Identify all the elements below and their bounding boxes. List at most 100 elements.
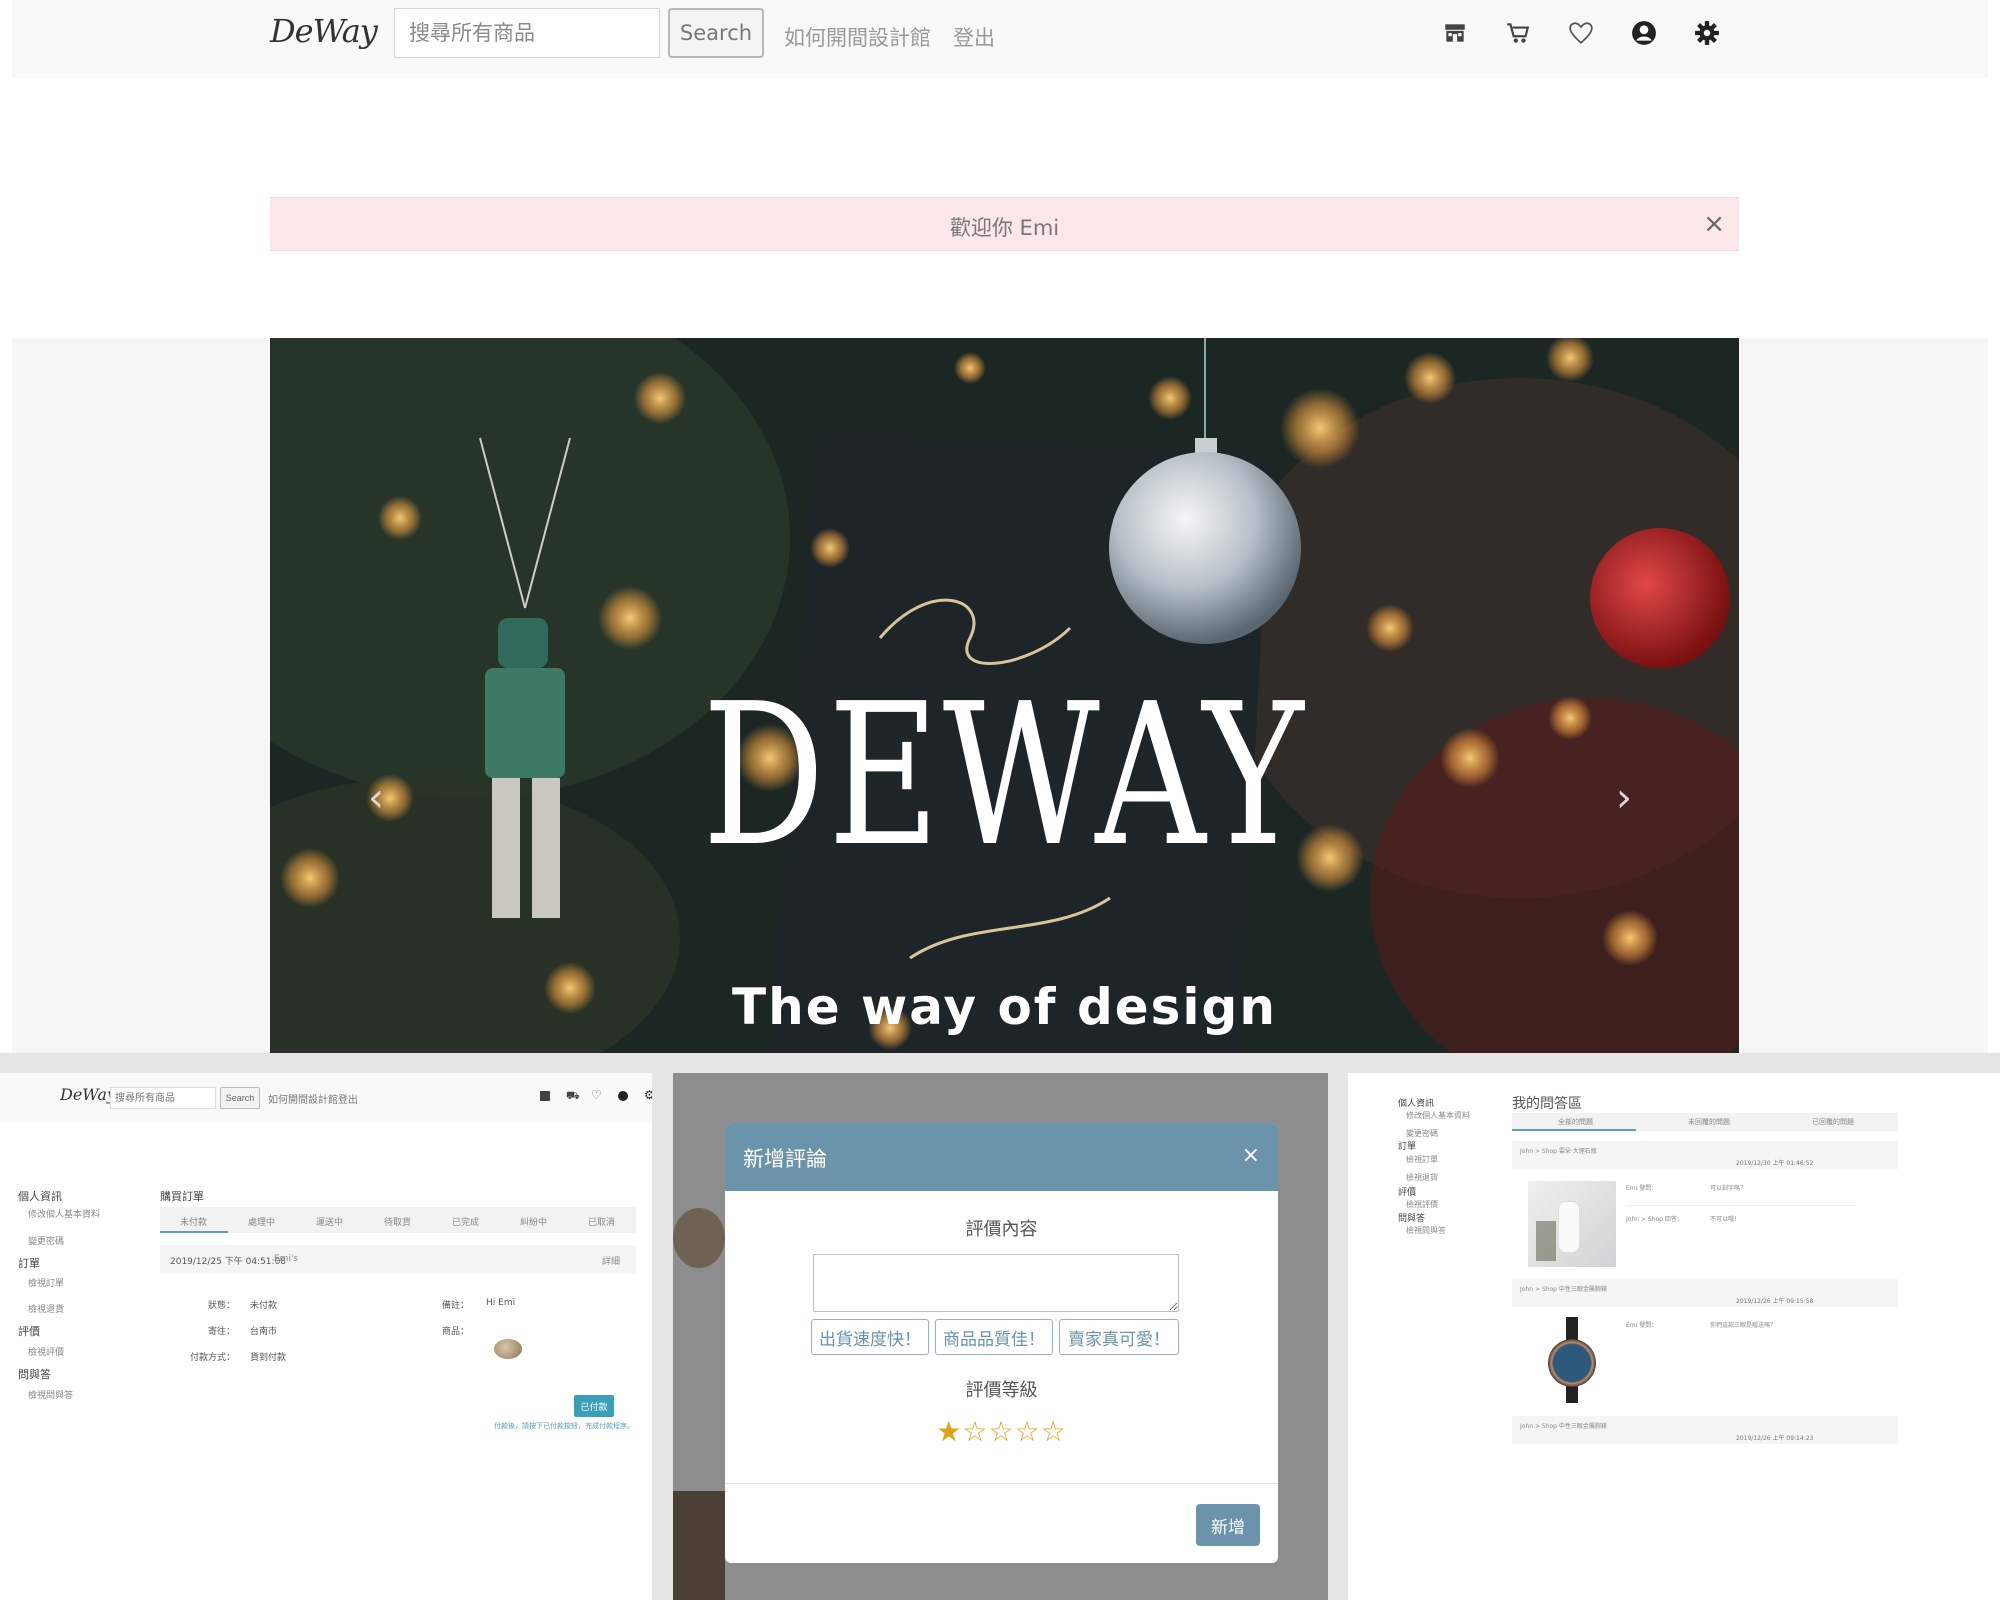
qa-card-header: John > Shop 中性三眼金屬腕錶 2019/12/26 上午 09:15… bbox=[1512, 1279, 1898, 1307]
qa-asker: Emi 發問： bbox=[1626, 1322, 1658, 1329]
review-textarea[interactable] bbox=[813, 1254, 1179, 1312]
submit-review-button[interactable]: 新增 bbox=[1196, 1504, 1260, 1546]
star-filled-icon[interactable]: ★ bbox=[936, 1415, 962, 1448]
sidebar-item[interactable]: 檢視評價 bbox=[1406, 1199, 1438, 1210]
review-panel: 新增評論 × 評價內容 出貨速度快！ 商品品質佳！ 賣家真可愛！ 評價等級 ★☆… bbox=[673, 1073, 1328, 1600]
qa-divider bbox=[1626, 1205, 1856, 1206]
mini-heart-icon[interactable]: ♡ bbox=[591, 1088, 602, 1102]
mini-search-input[interactable] bbox=[110, 1087, 216, 1109]
tab-cancelled[interactable]: 已取消 bbox=[588, 1215, 615, 1228]
mini-user-icon[interactable] bbox=[618, 1091, 628, 1101]
sidebar-item[interactable]: 檢視退貨 bbox=[28, 1302, 64, 1315]
sidebar-item[interactable]: 變更密碼 bbox=[1406, 1128, 1438, 1139]
sidebar-item[interactable]: 檢視訂單 bbox=[28, 1276, 64, 1289]
mini-open-shop-link[interactable]: 如何開間設計館 bbox=[268, 1091, 338, 1106]
qa-card-header: John > Shop 中性三眼金屬腕錶 2019/12/26 上午 09:14… bbox=[1512, 1416, 1898, 1444]
star-empty-icon[interactable]: ☆ bbox=[988, 1415, 1014, 1448]
backdrop-product-image bbox=[673, 1208, 725, 1268]
qa-card-shop: John > Shop 中性三眼金屬腕錶 bbox=[1520, 1286, 1607, 1293]
star-empty-icon[interactable]: ☆ bbox=[1015, 1415, 1041, 1448]
store-icon[interactable] bbox=[1442, 20, 1468, 46]
sidebar-heading: 問與答 bbox=[18, 1368, 51, 1381]
orders-panel: DeWay Search 如何開間設計館 登出 ⛟ ♡ ⚙ 個人資訊 修改個人基… bbox=[0, 1073, 652, 1600]
rating-label: 評價等級 bbox=[965, 1380, 1038, 1401]
modal-close-icon[interactable]: × bbox=[1242, 1143, 1260, 1168]
carousel-next-icon[interactable]: › bbox=[1616, 775, 1632, 821]
tab-unanswered[interactable]: 未回覆的問題 bbox=[1688, 1117, 1730, 1127]
sidebar-item[interactable]: 檢視退貨 bbox=[1406, 1172, 1438, 1183]
star-empty-icon[interactable]: ☆ bbox=[1041, 1415, 1067, 1448]
qa-card-shop: John > Shop 雲朵·大理石瓶 bbox=[1520, 1148, 1597, 1155]
logout-link[interactable]: 登出 bbox=[953, 22, 995, 52]
qa-card-datetime: 2019/12/26 上午 09:14:23 bbox=[1736, 1435, 1814, 1442]
modal-title: 新增評論 bbox=[743, 1147, 827, 1171]
qa-question: 可以刻字嗎？ bbox=[1710, 1185, 1747, 1192]
search-button[interactable]: Search bbox=[668, 8, 764, 58]
mini-cart-icon[interactable]: ⛟ bbox=[566, 1089, 580, 1104]
tab-dispute[interactable]: 糾紛中 bbox=[520, 1215, 547, 1228]
order-tabs: 未付款 處理中 運送中 待取貨 已完成 糾紛中 已取消 bbox=[160, 1207, 636, 1233]
qa-answerer: John > Shop 回答： bbox=[1626, 1216, 1683, 1223]
sidebar-item[interactable]: 檢視評價 bbox=[28, 1345, 64, 1358]
qa-asker: Emi 發問： bbox=[1626, 1185, 1658, 1192]
order-detail-link[interactable]: 詳細 bbox=[602, 1254, 620, 1267]
sidebar-heading: 訂單 bbox=[18, 1257, 40, 1270]
sidebar-heading: 評價 bbox=[18, 1325, 40, 1338]
field-label: 付款方式： bbox=[190, 1353, 236, 1363]
mini-logo[interactable]: DeWay bbox=[60, 1085, 116, 1104]
search-input[interactable] bbox=[394, 8, 660, 58]
tab-all-questions[interactable]: 全部的問題 bbox=[1558, 1117, 1593, 1127]
tab-pickup[interactable]: 待取貨 bbox=[384, 1215, 411, 1228]
note-label: 備註： bbox=[442, 1301, 470, 1311]
sidebar-item[interactable]: 變更密碼 bbox=[28, 1234, 64, 1247]
sidebar-item[interactable]: 檢視訂單 bbox=[1406, 1154, 1438, 1165]
qa-question: 你們這款三眼是贈送嗎？ bbox=[1710, 1322, 1777, 1329]
open-shop-link[interactable]: 如何開間設計館 bbox=[784, 22, 931, 52]
qa-panel: 個人資訊 修改個人基本資料 變更密碼 訂單 檢視訂單 檢視退貨 評價 檢視評價 … bbox=[1348, 1073, 2000, 1600]
gear-icon[interactable] bbox=[1694, 20, 1720, 46]
order-shop: Emi's bbox=[274, 1254, 299, 1264]
heart-icon[interactable] bbox=[1568, 20, 1594, 46]
sidebar-heading: 個人資訊 bbox=[1398, 1099, 1435, 1109]
welcome-alert: 歡迎你 Emi × bbox=[270, 197, 1739, 251]
tab-completed[interactable]: 已完成 bbox=[452, 1215, 479, 1228]
order-header: 2019/12/25 下午 04:51:08 Emi's 詳細 bbox=[160, 1245, 636, 1273]
rating-stars[interactable]: ★☆☆☆☆ bbox=[725, 1415, 1278, 1448]
field-value: 貨到付款 bbox=[250, 1353, 287, 1363]
quick-reply-cute-seller[interactable]: 賣家真可愛！ bbox=[1059, 1319, 1179, 1355]
vase-shape bbox=[1558, 1201, 1580, 1253]
mini-navbar: DeWay Search 如何開間設計館 登出 ⛟ ♡ ⚙ bbox=[0, 1073, 652, 1123]
backdrop-product-image bbox=[673, 1491, 725, 1600]
modal-header: 新增評論 × bbox=[725, 1123, 1278, 1191]
user-icon[interactable] bbox=[1631, 20, 1657, 46]
quick-reply-fast-shipping[interactable]: 出貨速度快！ bbox=[811, 1319, 929, 1355]
mark-paid-button[interactable]: 已付款 bbox=[574, 1395, 614, 1417]
alert-close-icon[interactable]: × bbox=[1703, 209, 1725, 239]
qa-title: 我的問答區 bbox=[1512, 1096, 1582, 1112]
tab-answered[interactable]: 已回覆的問題 bbox=[1812, 1117, 1854, 1127]
star-empty-icon[interactable]: ☆ bbox=[962, 1415, 988, 1448]
qa-card-datetime: 2019/12/26 上午 09:15:58 bbox=[1736, 1298, 1814, 1305]
sidebar-item[interactable]: 修改個人基本資料 bbox=[28, 1207, 100, 1220]
tab-shipping[interactable]: 運送中 bbox=[316, 1215, 343, 1228]
qa-product-image[interactable] bbox=[1542, 1317, 1602, 1403]
carousel-prev-icon[interactable]: ‹ bbox=[368, 775, 384, 821]
mini-search-button[interactable]: Search bbox=[220, 1087, 260, 1109]
sidebar-item[interactable]: 檢視問與答 bbox=[1406, 1225, 1446, 1236]
tab-processing[interactable]: 處理中 bbox=[248, 1215, 275, 1228]
qa-card-datetime: 2019/12/30 上午 01:46:52 bbox=[1736, 1160, 1814, 1167]
tab-unpaid[interactable]: 未付款 bbox=[180, 1215, 207, 1228]
mini-gear-icon[interactable]: ⚙ bbox=[644, 1088, 652, 1102]
sidebar-heading: 訂單 bbox=[1398, 1142, 1417, 1152]
mini-logout-link[interactable]: 登出 bbox=[338, 1091, 358, 1106]
qa-product-image[interactable] bbox=[1528, 1181, 1616, 1267]
modal-divider bbox=[725, 1483, 1278, 1484]
qa-answer: 不可以哦！ bbox=[1710, 1216, 1741, 1223]
sidebar-item[interactable]: 檢視問與答 bbox=[28, 1388, 73, 1401]
sidebar-item[interactable]: 修改個人基本資料 bbox=[1406, 1110, 1470, 1121]
quick-reply-good-quality[interactable]: 商品品質佳！ bbox=[935, 1319, 1053, 1355]
brand-logo[interactable]: DeWay bbox=[270, 12, 378, 50]
cart-icon[interactable] bbox=[1505, 20, 1531, 46]
product-thumbnail[interactable] bbox=[494, 1339, 522, 1359]
mini-store-icon[interactable] bbox=[540, 1091, 550, 1101]
